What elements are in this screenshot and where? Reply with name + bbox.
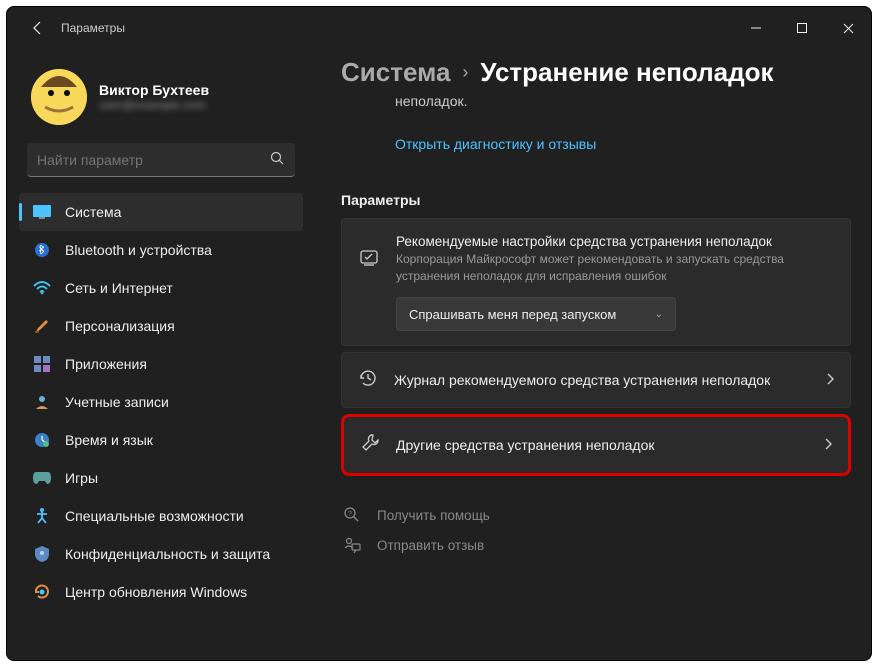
wifi-icon: [33, 279, 51, 297]
app-title: Параметры: [61, 21, 125, 35]
recommended-title: Рекомендуемые настройки средства устране…: [396, 233, 834, 252]
select-value: Спрашивать меня перед запуском: [409, 307, 616, 322]
chevron-right-icon: [826, 372, 834, 388]
bluetooth-icon: [33, 241, 51, 259]
sidebar-item-privacy[interactable]: Конфиденциальность и защита: [19, 535, 303, 573]
maximize-button[interactable]: [779, 9, 825, 47]
footer-links: ? Получить помощь Отправить отзыв: [341, 482, 851, 600]
sidebar-item-personalization[interactable]: Персонализация: [19, 307, 303, 345]
avatar: [31, 69, 87, 125]
brush-icon: [33, 317, 51, 335]
breadcrumb: Система › Устранение неполадок: [341, 57, 851, 88]
row-label: Другие средства устранения неполадок: [396, 437, 808, 453]
sidebar-nav: Система Bluetooth и устройства Сеть и Ин…: [13, 193, 309, 660]
breadcrumb-parent[interactable]: Система: [341, 57, 450, 88]
help-icon: ?: [341, 506, 363, 524]
sidebar-item-windows-update[interactable]: Центр обновления Windows: [19, 573, 303, 611]
search-icon: [270, 151, 285, 169]
minimize-button[interactable]: [733, 9, 779, 47]
user-email: user@example.com: [99, 98, 209, 112]
accessibility-icon: [33, 507, 51, 525]
send-feedback-link[interactable]: Отправить отзыв: [341, 530, 851, 560]
user-name: Виктор Бухтеев: [99, 82, 209, 98]
sidebar-item-label: Конфиденциальность и защита: [65, 546, 270, 562]
sidebar-item-label: Персонализация: [65, 318, 175, 334]
user-account[interactable]: Виктор Бухтеев user@example.com: [13, 57, 309, 143]
titlebar: Параметры: [7, 7, 871, 49]
window-controls: [733, 9, 871, 47]
sidebar-item-label: Система: [65, 204, 121, 220]
history-icon: [358, 368, 378, 393]
recommended-desc: Корпорация Майкрософт может рекомендоват…: [396, 251, 834, 285]
clipped-description: неполадок.: [341, 92, 851, 112]
sidebar-item-label: Приложения: [65, 356, 147, 372]
footer-link-label: Отправить отзыв: [377, 538, 484, 553]
search-box[interactable]: [27, 143, 295, 177]
sidebar: Виктор Бухтеев user@example.com Система …: [7, 49, 315, 660]
apps-icon: [33, 355, 51, 373]
troubleshoot-mode-select[interactable]: Спрашивать меня перед запуском ⌄: [396, 297, 676, 331]
sidebar-item-system[interactable]: Система: [19, 193, 303, 231]
gamepad-icon: [33, 469, 51, 487]
sidebar-item-apps[interactable]: Приложения: [19, 345, 303, 383]
monitor-icon: [33, 203, 51, 221]
sidebar-item-label: Учетные записи: [65, 394, 169, 410]
other-troubleshooters-row[interactable]: Другие средства устранения неполадок: [341, 414, 851, 476]
sidebar-item-label: Время и язык: [65, 432, 153, 448]
sidebar-item-bluetooth[interactable]: Bluetooth и устройства: [19, 231, 303, 269]
sidebar-item-network[interactable]: Сеть и Интернет: [19, 269, 303, 307]
sidebar-item-gaming[interactable]: Игры: [19, 459, 303, 497]
update-icon: [33, 583, 51, 601]
recommended-settings-card: Рекомендуемые настройки средства устране…: [341, 218, 851, 346]
section-title: Параметры: [341, 192, 851, 208]
chevron-down-icon: ⌄: [655, 309, 663, 320]
sidebar-item-label: Сеть и Интернет: [65, 280, 173, 296]
globe-clock-icon: [33, 431, 51, 449]
settings-window: Параметры: [6, 6, 872, 661]
search-input[interactable]: [37, 152, 270, 168]
sidebar-item-label: Специальные возможности: [65, 508, 244, 524]
svg-text:?: ?: [348, 511, 352, 518]
chevron-right-icon: ›: [462, 62, 468, 83]
main-content: Система › Устранение неполадок неполадок…: [315, 49, 871, 660]
wrench-icon: [360, 433, 380, 458]
feedback-icon: [341, 536, 363, 554]
sidebar-item-accounts[interactable]: Учетные записи: [19, 383, 303, 421]
troubleshoot-history-row[interactable]: Журнал рекомендуемого средства устранени…: [341, 352, 851, 408]
back-button[interactable]: [19, 9, 57, 47]
chevron-right-icon: [824, 437, 832, 453]
accounts-icon: [33, 393, 51, 411]
get-help-link[interactable]: ? Получить помощь: [341, 500, 851, 530]
row-label: Журнал рекомендуемого средства устранени…: [394, 372, 810, 388]
breadcrumb-current: Устранение неполадок: [480, 57, 773, 88]
sidebar-item-accessibility[interactable]: Специальные возможности: [19, 497, 303, 535]
sidebar-item-label: Центр обновления Windows: [65, 584, 247, 600]
open-diagnostics-link[interactable]: Открыть диагностику и отзывы: [341, 112, 851, 176]
sidebar-item-label: Игры: [65, 470, 98, 486]
close-button[interactable]: [825, 9, 871, 47]
sidebar-item-time-language[interactable]: Время и язык: [19, 421, 303, 459]
troubleshoot-icon: [358, 233, 380, 267]
footer-link-label: Получить помощь: [377, 508, 490, 523]
shield-icon: [33, 545, 51, 563]
sidebar-item-label: Bluetooth и устройства: [65, 242, 212, 258]
